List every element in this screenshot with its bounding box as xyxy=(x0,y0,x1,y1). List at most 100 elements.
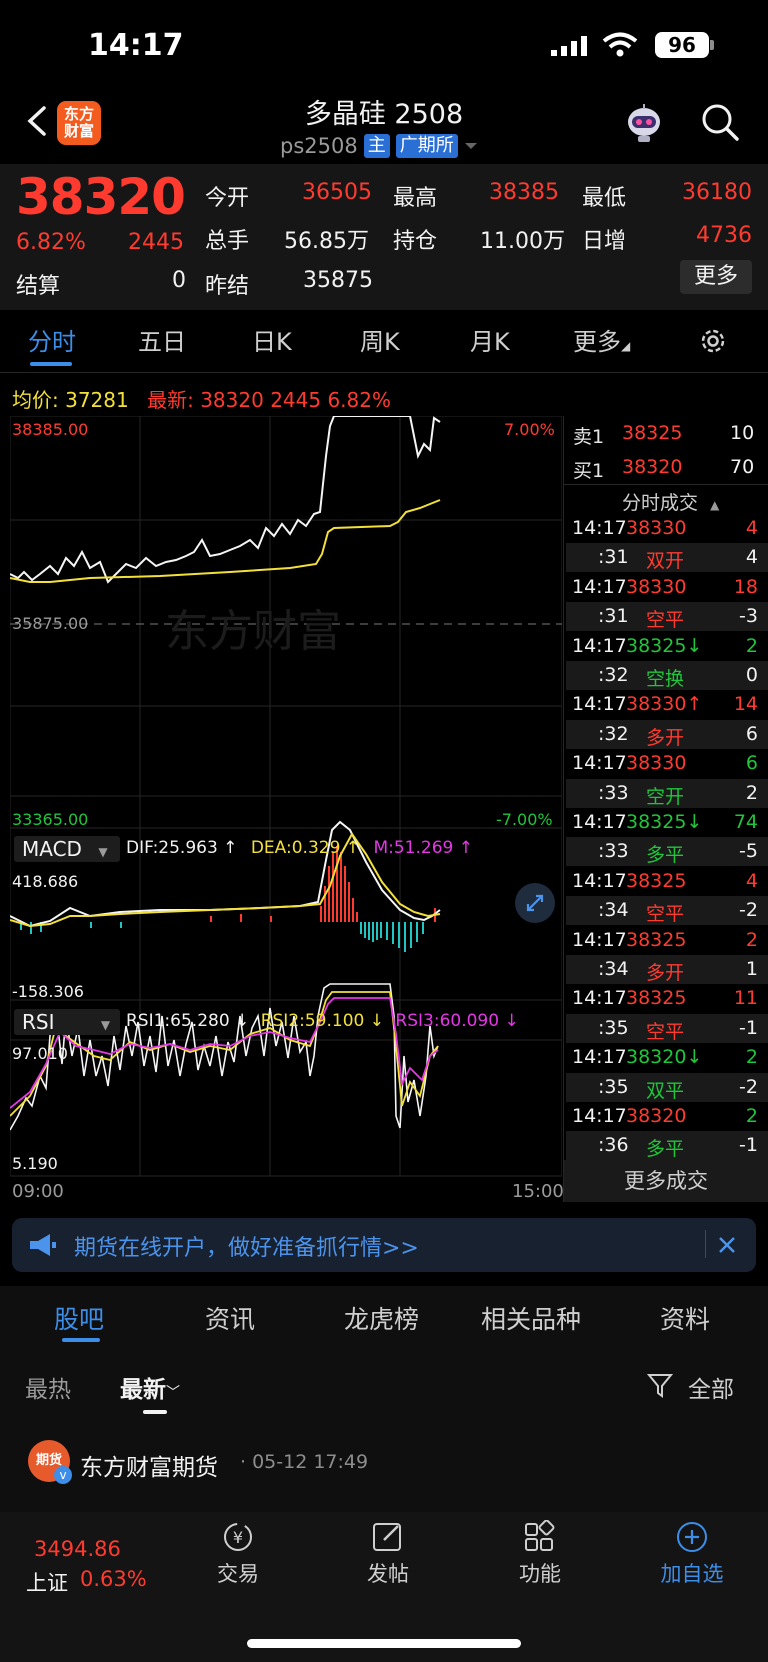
tick-type: 双平 xyxy=(646,1079,685,1102)
macd-selector[interactable]: MACD ▼ xyxy=(14,836,120,862)
gear-icon[interactable] xyxy=(698,326,728,356)
robot-assistant-icon[interactable] xyxy=(622,102,666,144)
tick-time: :34 xyxy=(598,899,629,922)
intraday-chart[interactable]: 东方财富 xyxy=(10,416,562,1202)
tick-row: :32 多开 6 xyxy=(566,719,768,749)
more-quote-button[interactable]: 更多 xyxy=(680,260,752,294)
tick-row: 14:17 38320 2 xyxy=(566,1102,768,1131)
nav-functions[interactable]: 功能 xyxy=(480,1519,600,1588)
sort-hot[interactable]: 最热 xyxy=(25,1370,71,1404)
verified-badge-icon: v xyxy=(54,1466,72,1484)
expand-icon[interactable] xyxy=(514,882,556,924)
change-value: 2445 xyxy=(128,230,184,255)
tick-time: 14:17 xyxy=(572,575,627,598)
tick-volume: 0 xyxy=(745,664,758,686)
change-pct: 6.82% xyxy=(16,230,86,255)
post-time: · 05-12 17:49 xyxy=(240,1451,369,1473)
tick-row: 14:17 38325 2 xyxy=(566,926,768,955)
tab-intraday[interactable]: 分时 xyxy=(28,322,76,357)
banner-text[interactable]: 期货在线开户，做好准备抓行情>> xyxy=(74,1230,419,1262)
tick-row: 14:17 38330↑ 14 xyxy=(566,690,768,719)
nav-post[interactable]: 发帖 xyxy=(328,1520,448,1588)
tick-time: :34 xyxy=(598,958,629,980)
price-mid-label: 35875.00 xyxy=(12,614,89,633)
nav-post-label: 发帖 xyxy=(367,1562,409,1586)
tab-ranking[interactable]: 龙虎榜 xyxy=(344,1300,419,1336)
tab-month-k[interactable]: 月K xyxy=(470,322,510,357)
tab-week-k[interactable]: 周K xyxy=(360,322,400,357)
tick-price: 38325 xyxy=(626,928,687,951)
tick-volume: 14 xyxy=(733,693,758,716)
last-price: 38320 xyxy=(16,168,186,226)
nav-add-watchlist[interactable]: 加自选 xyxy=(632,1520,752,1588)
tick-volume: -2 xyxy=(739,899,758,922)
tick-time: 14:17 xyxy=(572,928,627,951)
tick-time: :32 xyxy=(598,664,629,686)
tab-profile[interactable]: 资料 xyxy=(660,1300,710,1336)
macd-name: MACD xyxy=(22,837,82,861)
avg-label: 均价: xyxy=(12,388,59,412)
close-icon[interactable] xyxy=(718,1236,736,1254)
sort-latest[interactable]: 最新﹀ xyxy=(120,1370,180,1404)
tick-type: 双开 xyxy=(646,550,685,573)
macd-values: DIF:25.963 ↑ DEA:0.329 ↑ M:51.269 ↑ xyxy=(126,838,473,858)
daily-inc-label: 日增 xyxy=(582,229,627,254)
grid-icon xyxy=(525,1519,555,1551)
tab-more[interactable]: 更多◢ xyxy=(573,322,630,357)
more-trades-button[interactable]: 更多成交 xyxy=(564,1160,768,1202)
divider xyxy=(0,372,768,373)
filter-icon[interactable] xyxy=(646,1371,674,1399)
rsi3-value: RSI3:60.090 ↓ xyxy=(395,1011,519,1031)
signal-icon xyxy=(551,36,587,56)
battery-tip xyxy=(710,40,714,50)
tick-row: 14:17 38330 6 xyxy=(566,749,768,778)
tick-row: 14:17 38330 18 xyxy=(566,573,768,602)
index-name[interactable]: 上证 xyxy=(26,1567,68,1597)
ticks-header[interactable]: 分时成交 ▲ xyxy=(622,488,719,515)
tick-row: 14:17 38320↓ 2 xyxy=(566,1043,768,1072)
contract-subtitle[interactable]: ps2508 主 广期所 xyxy=(280,134,478,158)
rsi2-value: RSI2:59.100 ↓ xyxy=(260,1011,384,1031)
rsi-caret-icon: ▼ xyxy=(100,1018,111,1032)
index-pct[interactable]: 0.63% xyxy=(80,1567,147,1591)
period-tabs: 分时 五日 日K 周K 月K 更多◢ xyxy=(0,322,768,372)
ticks-header-label: 分时成交 xyxy=(622,492,699,514)
tick-time: :31 xyxy=(598,605,629,628)
time-start-label: 09:00 xyxy=(12,1181,64,1202)
post-author[interactable]: 东方财富期货 xyxy=(80,1448,218,1482)
tick-time: :32 xyxy=(598,722,629,745)
tick-type: 空平 xyxy=(646,1020,685,1043)
ticks-caret-icon: ▲ xyxy=(710,498,720,512)
order-book-line xyxy=(564,484,768,485)
ask1-volume: 10 xyxy=(730,422,755,444)
edit-icon xyxy=(373,1523,401,1551)
tab-five-day[interactable]: 五日 xyxy=(138,322,186,357)
tick-volume: 2 xyxy=(745,781,758,804)
tick-row: :35 空平 -1 xyxy=(566,1013,768,1043)
tick-time: 14:17 xyxy=(572,752,627,775)
tick-volume: 74 xyxy=(733,811,758,833)
nav-add-label: 加自选 xyxy=(660,1562,724,1586)
macd-caret-icon: ▼ xyxy=(98,845,108,859)
tick-time: :35 xyxy=(598,1016,629,1039)
tab-day-k[interactable]: 日K xyxy=(252,322,292,357)
filter-all[interactable]: 全部 xyxy=(688,1370,734,1404)
tick-time: :33 xyxy=(598,781,629,804)
tick-price: 38330 xyxy=(626,517,687,539)
tab-news[interactable]: 资讯 xyxy=(205,1300,255,1336)
tab-forum[interactable]: 股吧 xyxy=(54,1300,104,1336)
tick-price: 38330 xyxy=(626,752,687,775)
search-icon[interactable] xyxy=(700,102,740,142)
nav-trade[interactable]: ¥ 交易 xyxy=(178,1520,298,1588)
macd-top-label: 418.686 xyxy=(12,872,79,891)
tick-time: :35 xyxy=(598,1075,629,1098)
banner-divider xyxy=(705,1230,706,1258)
tick-time: 14:17 xyxy=(572,693,627,716)
index-value[interactable]: 3494.86 xyxy=(34,1537,121,1561)
tick-row: :32 空换 0 xyxy=(566,661,768,690)
tick-volume: -2 xyxy=(739,1075,758,1098)
ask1-label: 卖1 xyxy=(573,426,605,448)
tab-related[interactable]: 相关品种 xyxy=(481,1300,581,1336)
tick-price: 38325↓ xyxy=(626,811,703,833)
rsi-selector[interactable]: RSI ▼ xyxy=(14,1009,120,1035)
